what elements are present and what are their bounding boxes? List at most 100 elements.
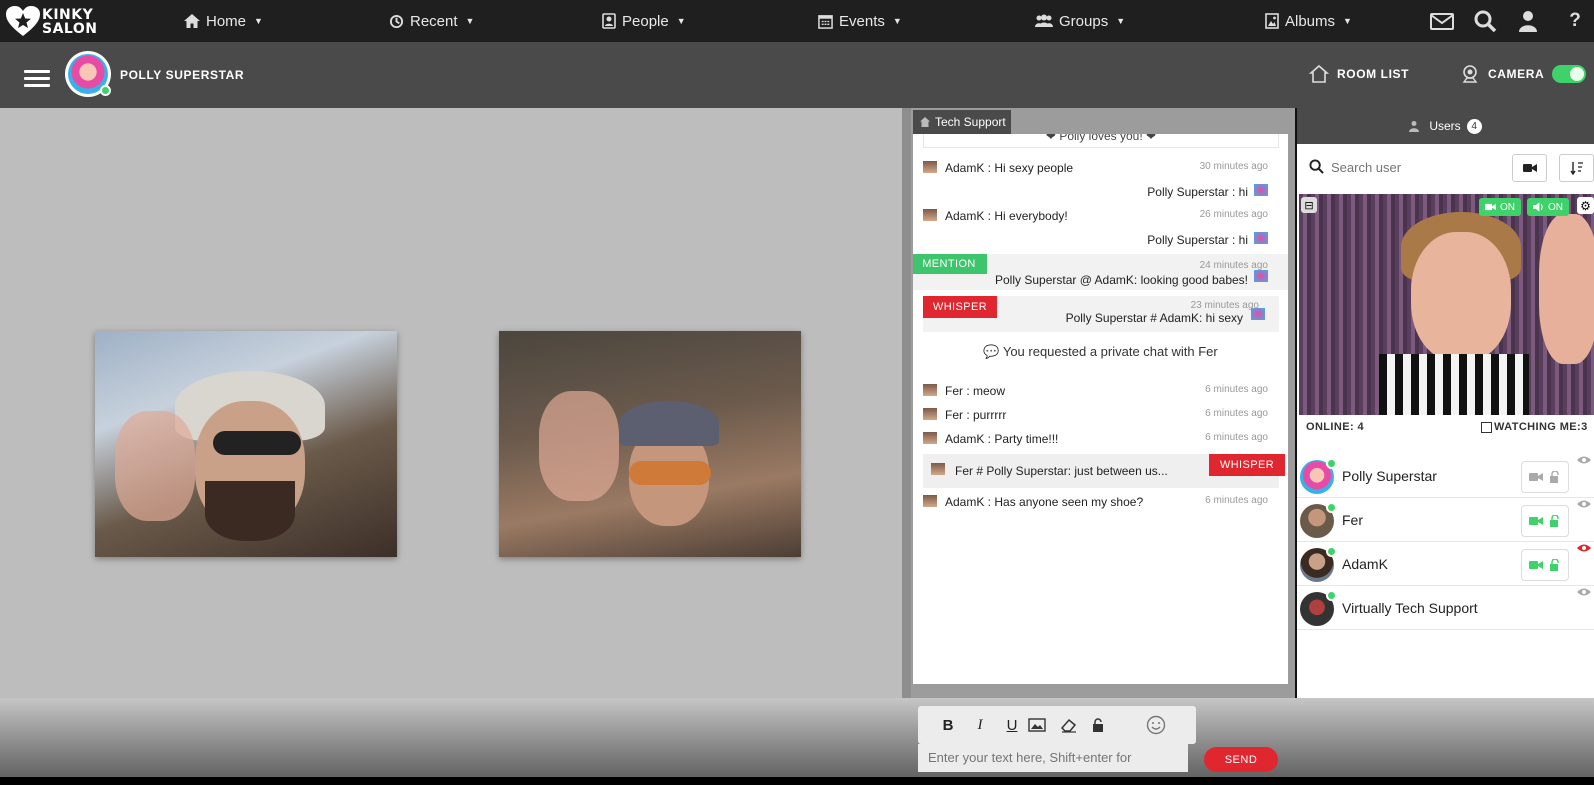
- list-item: Fer : meow 6 minutes ago: [913, 381, 1288, 403]
- avatar: [923, 408, 937, 420]
- top-navigation: KINKY SALON Home ▼ Recent ▼ People ▼ Events…: [0, 0, 1594, 42]
- message-input[interactable]: [918, 744, 1186, 770]
- nav-home[interactable]: Home ▼: [184, 0, 263, 42]
- filter-camera-button[interactable]: [1512, 154, 1547, 182]
- user-controls[interactable]: [1521, 461, 1569, 493]
- users-icon: [1409, 120, 1423, 132]
- self-video-preview[interactable]: [1299, 194, 1594, 415]
- nav-groups-label: Groups: [1059, 12, 1109, 30]
- user-list-item[interactable]: Polly Superstar: [1297, 455, 1594, 498]
- nav-people-label: People: [622, 12, 669, 30]
- list-item: Fer # Polly Superstar: just between us..…: [923, 454, 1285, 488]
- underline-button[interactable]: U: [996, 717, 1028, 734]
- room-list-button[interactable]: ROOM LIST: [1309, 64, 1409, 84]
- camera-label: CAMERA: [1488, 67, 1545, 81]
- formatting-toolbar: B I U: [918, 706, 1196, 744]
- mail-icon[interactable]: [1430, 9, 1454, 33]
- message-text: AdamK : Hi everybody!: [945, 209, 1068, 223]
- chevron-down-icon: ▼: [1343, 16, 1352, 26]
- video-camera-icon: [1529, 516, 1543, 526]
- message-time: 30 minutes ago: [1199, 161, 1268, 172]
- chevron-down-icon: ▼: [465, 16, 475, 26]
- user-list-item[interactable]: Virtually Tech Support: [1297, 587, 1594, 630]
- avatar: [1251, 308, 1265, 320]
- message-text: Fer : purrrrr: [945, 408, 1007, 422]
- home-icon: [1309, 64, 1329, 84]
- nav-groups[interactable]: Groups ▼: [1035, 0, 1125, 42]
- eye-icon[interactable]: [1577, 587, 1591, 597]
- chevron-down-icon: ▼: [892, 16, 902, 26]
- chat-tab[interactable]: Tech Support: [913, 110, 1011, 134]
- eye-icon[interactable]: [1577, 543, 1591, 553]
- lock-icon[interactable]: [1092, 718, 1124, 732]
- home-icon: [919, 116, 931, 128]
- video-on-badge[interactable]: ON: [1479, 198, 1521, 216]
- message-time: 23 minutes ago: [1190, 300, 1259, 311]
- sort-button[interactable]: [1559, 154, 1594, 182]
- message-time: 6 minutes ago: [1205, 408, 1268, 419]
- minimize-icon[interactable]: ⊟: [1301, 197, 1317, 213]
- message-text: Fer : meow: [945, 384, 1006, 398]
- image-icon[interactable]: [1028, 718, 1060, 732]
- nav-events[interactable]: Events ▼: [818, 0, 902, 42]
- italic-button[interactable]: I: [964, 717, 996, 734]
- chevron-down-icon: ▼: [1116, 16, 1126, 26]
- video-feed[interactable]: [499, 331, 801, 557]
- resize-handle[interactable]: [902, 108, 911, 785]
- online-count: ONLINE: 4: [1306, 421, 1364, 433]
- whisper-badge: WHISPER: [1209, 454, 1285, 476]
- whisper-badge: WHISPER: [923, 296, 997, 318]
- volume-icon: [1533, 202, 1544, 212]
- list-item: AdamK : Hi everybody! 26 minutes ago: [913, 206, 1288, 228]
- app-root: KINKY SALON Home ▼ Recent ▼ People ▼ Events…: [0, 0, 1594, 785]
- list-item: Fer : purrrrr 6 minutes ago: [913, 405, 1288, 427]
- avatar: [923, 495, 937, 507]
- user-list-item[interactable]: Fer: [1297, 499, 1594, 542]
- nav-albums[interactable]: Albums ▼: [1265, 0, 1352, 42]
- user-controls[interactable]: [1521, 549, 1569, 581]
- audio-on-badge[interactable]: ON: [1527, 198, 1569, 216]
- audio-on-label: ON: [1548, 201, 1563, 213]
- message-text: AdamK : Party time!!!: [945, 432, 1059, 446]
- message-text: Fer # Polly Superstar: just between us..…: [955, 464, 1168, 478]
- users-tab[interactable]: Users 4: [1297, 108, 1594, 144]
- bold-button[interactable]: B: [932, 717, 964, 734]
- camera-toggle[interactable]: CAMERA: [1460, 64, 1587, 84]
- message-input-wrap: [918, 744, 1188, 772]
- nav-people[interactable]: People ▼: [602, 0, 686, 42]
- message-time: 6 minutes ago: [1205, 384, 1268, 395]
- video-feed[interactable]: [95, 331, 397, 557]
- menu-icon[interactable]: [24, 70, 50, 88]
- mention-badge: MENTION: [913, 254, 987, 274]
- user-list-item[interactable]: AdamK: [1297, 543, 1594, 586]
- home-icon: [184, 14, 200, 28]
- send-button[interactable]: SEND: [1204, 747, 1278, 772]
- footer-bar: [0, 777, 1594, 785]
- watching-checkbox[interactable]: [1481, 421, 1492, 433]
- calendar-icon: [818, 14, 833, 29]
- gear-icon[interactable]: ⚙: [1577, 197, 1594, 214]
- chat-banner: ❤ Polly loves you! ❤: [923, 134, 1279, 148]
- search-icon[interactable]: [1473, 9, 1497, 33]
- avatar: [923, 209, 937, 221]
- help-icon[interactable]: ?: [1563, 9, 1587, 33]
- list-item: MENTION 24 minutes ago Polly Superstar @…: [913, 254, 1288, 290]
- camera-switch[interactable]: [1552, 65, 1587, 83]
- search-input[interactable]: [1331, 156, 1491, 178]
- avatar: [1254, 270, 1268, 282]
- chevron-down-icon: ▼: [254, 16, 263, 26]
- eye-icon[interactable]: [1577, 455, 1591, 465]
- message-text: Polly Superstar : hi: [1147, 233, 1248, 247]
- chevron-down-icon: ▼: [676, 16, 686, 26]
- user-icon[interactable]: [1516, 9, 1540, 33]
- eye-icon[interactable]: [1577, 499, 1591, 509]
- unlock-icon: [1549, 471, 1561, 483]
- user-controls[interactable]: [1521, 505, 1569, 537]
- emoji-icon[interactable]: [1146, 715, 1178, 735]
- site-logo[interactable]: KINKY SALON: [6, 4, 97, 40]
- chat-messages[interactable]: ❤ Polly loves you! ❤ AdamK : Hi sexy peo…: [913, 134, 1288, 684]
- history-icon: [389, 14, 404, 29]
- nav-recent[interactable]: Recent ▼: [389, 0, 474, 42]
- eraser-icon[interactable]: [1060, 717, 1092, 733]
- nav-events-label: Events: [839, 12, 885, 30]
